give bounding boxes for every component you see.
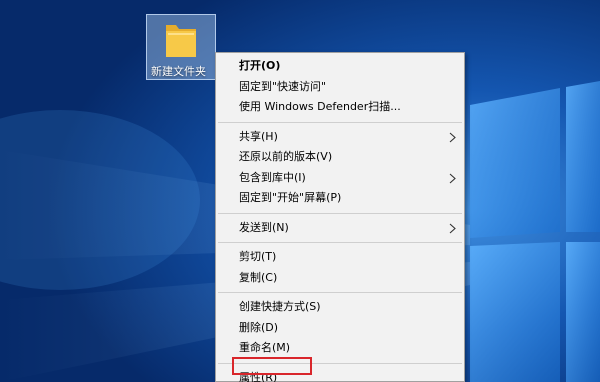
menu-item-restore-versions[interactable]: 还原以前的版本(V) bbox=[216, 147, 464, 168]
menu-separator bbox=[218, 121, 462, 123]
menu-separator bbox=[218, 212, 462, 214]
menu-item-cut[interactable]: 剪切(T) bbox=[216, 247, 464, 268]
menu-item-include-library[interactable]: 包含到库中(I) bbox=[216, 168, 464, 189]
menu-item-copy[interactable]: 复制(C) bbox=[216, 268, 464, 289]
folder-label: 新建文件夹 bbox=[151, 65, 206, 78]
menu-item-open[interactable]: 打开(O) bbox=[216, 56, 464, 77]
menu-separator bbox=[218, 362, 462, 364]
menu-item-create-shortcut[interactable]: 创建快捷方式(S) bbox=[216, 297, 464, 318]
chevron-right-icon bbox=[449, 173, 456, 183]
folder-icon bbox=[166, 25, 196, 57]
context-menu: 打开(O) 固定到"快速访问" 使用 Windows Defender扫描...… bbox=[215, 52, 465, 382]
chevron-right-icon bbox=[449, 132, 456, 142]
desktop-folder[interactable]: 新建文件夹 bbox=[146, 14, 216, 80]
menu-item-send-to[interactable]: 发送到(N) bbox=[216, 218, 464, 239]
desktop: 新建文件夹 打开(O) 固定到"快速访问" 使用 Windows Defende… bbox=[0, 0, 600, 382]
menu-item-properties[interactable]: 属性(R) bbox=[216, 368, 464, 382]
menu-separator bbox=[218, 242, 462, 243]
menu-separator bbox=[218, 292, 462, 293]
menu-item-delete[interactable]: 删除(D) bbox=[216, 318, 464, 339]
menu-item-share[interactable]: 共享(H) bbox=[216, 127, 464, 148]
menu-item-pin-start[interactable]: 固定到"开始"屏幕(P) bbox=[216, 188, 464, 209]
menu-item-defender-scan[interactable]: 使用 Windows Defender扫描... bbox=[216, 97, 464, 118]
menu-item-pin-quick-access[interactable]: 固定到"快速访问" bbox=[216, 77, 464, 98]
menu-item-rename[interactable]: 重命名(M) bbox=[216, 338, 464, 359]
chevron-right-icon bbox=[449, 223, 456, 233]
